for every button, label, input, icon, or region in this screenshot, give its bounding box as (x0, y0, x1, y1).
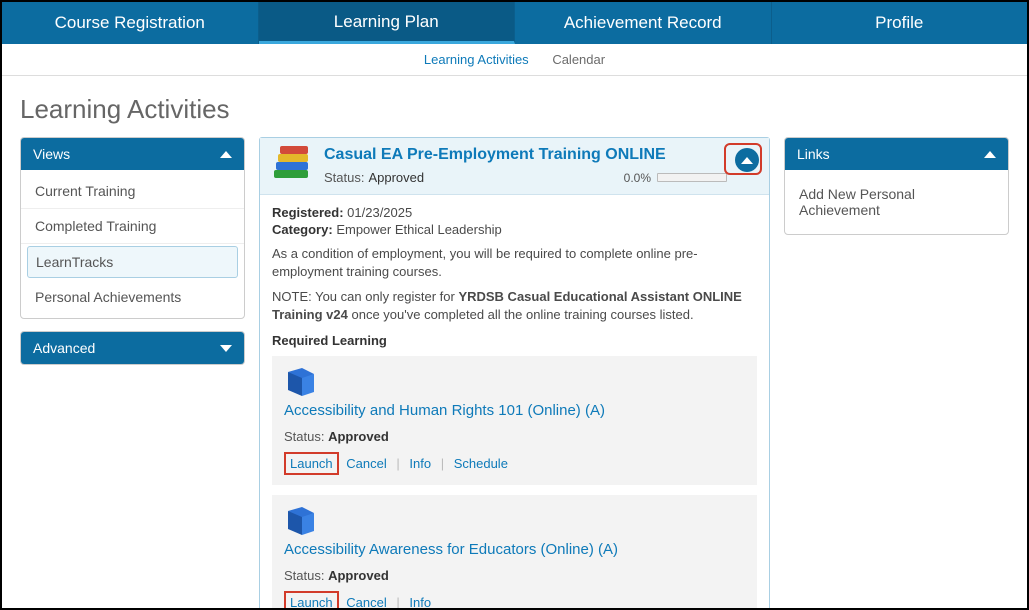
links-heading: Links (797, 146, 830, 162)
tab-achievement-record[interactable]: Achievement Record (515, 2, 772, 44)
required-item-status-label: Status: (284, 568, 324, 583)
required-item-status-value: Approved (328, 429, 389, 444)
course-description: As a condition of employment, you will b… (272, 245, 757, 280)
tab-learning-plan[interactable]: Learning Plan (259, 2, 516, 44)
book-icon (284, 366, 318, 398)
sub-nav: Learning Activities Calendar (2, 44, 1027, 76)
collapse-button[interactable] (735, 148, 759, 172)
advanced-heading: Advanced (33, 340, 95, 356)
category-value: Empower Ethical Leadership (336, 222, 501, 237)
category-label: Category: (272, 222, 333, 237)
required-item: Accessibility Awareness for Educators (O… (272, 495, 757, 610)
tab-profile[interactable]: Profile (772, 2, 1028, 44)
cancel-link[interactable]: Cancel (346, 456, 386, 471)
view-item-learntracks[interactable]: LearnTracks (27, 246, 238, 278)
advanced-panel: Advanced (20, 331, 245, 365)
cancel-link[interactable]: Cancel (346, 595, 386, 610)
subtab-calendar[interactable]: Calendar (552, 52, 605, 67)
schedule-link[interactable]: Schedule (454, 456, 508, 471)
caret-up-icon (220, 151, 232, 158)
info-link[interactable]: Info (409, 595, 431, 610)
caret-up-icon (741, 157, 753, 164)
advanced-panel-header[interactable]: Advanced (21, 332, 244, 364)
required-learning-heading: Required Learning (272, 333, 757, 348)
views-panel-header[interactable]: Views (21, 138, 244, 170)
view-item-current-training[interactable]: Current Training (21, 174, 244, 209)
book-icon (284, 505, 318, 537)
view-item-personal-achievements[interactable]: Personal Achievements (21, 280, 244, 314)
course-note: NOTE: You can only register for YRDSB Ca… (272, 288, 757, 323)
course-progress-bar (657, 173, 727, 182)
view-item-completed-training[interactable]: Completed Training (21, 209, 244, 244)
books-icon (270, 146, 314, 186)
required-item-status-label: Status: (284, 429, 324, 444)
registered-value: 01/23/2025 (347, 205, 412, 220)
course-card: Casual EA Pre-Employment Training ONLINE… (259, 137, 770, 610)
caret-down-icon (220, 345, 232, 352)
required-item-status-value: Approved (328, 568, 389, 583)
subtab-learning-activities[interactable]: Learning Activities (424, 52, 529, 67)
views-heading: Views (33, 146, 70, 162)
course-progress-pct: 0.0% (624, 171, 651, 185)
top-nav: Course Registration Learning Plan Achiev… (2, 2, 1027, 44)
required-item: Accessibility and Human Rights 101 (Onli… (272, 356, 757, 485)
course-status-value: Approved (368, 170, 424, 185)
launch-link[interactable]: Launch (290, 456, 333, 471)
link-add-personal-achievement[interactable]: Add New Personal Achievement (785, 174, 1008, 230)
registered-label: Registered: (272, 205, 344, 220)
course-title[interactable]: Casual EA Pre-Employment Training ONLINE (324, 146, 727, 164)
course-status-label: Status: (324, 170, 364, 185)
links-panel-header[interactable]: Links (785, 138, 1008, 170)
info-link[interactable]: Info (409, 456, 431, 471)
links-panel: Links Add New Personal Achievement (784, 137, 1009, 235)
caret-up-icon (984, 151, 996, 158)
launch-link[interactable]: Launch (290, 595, 333, 610)
required-item-title[interactable]: Accessibility Awareness for Educators (O… (284, 541, 745, 558)
required-item-title[interactable]: Accessibility and Human Rights 101 (Onli… (284, 402, 745, 419)
views-panel: Views Current Training Completed Trainin… (20, 137, 245, 319)
tab-course-registration[interactable]: Course Registration (2, 2, 259, 44)
course-header: Casual EA Pre-Employment Training ONLINE… (260, 138, 769, 195)
page-title: Learning Activities (20, 94, 1009, 125)
